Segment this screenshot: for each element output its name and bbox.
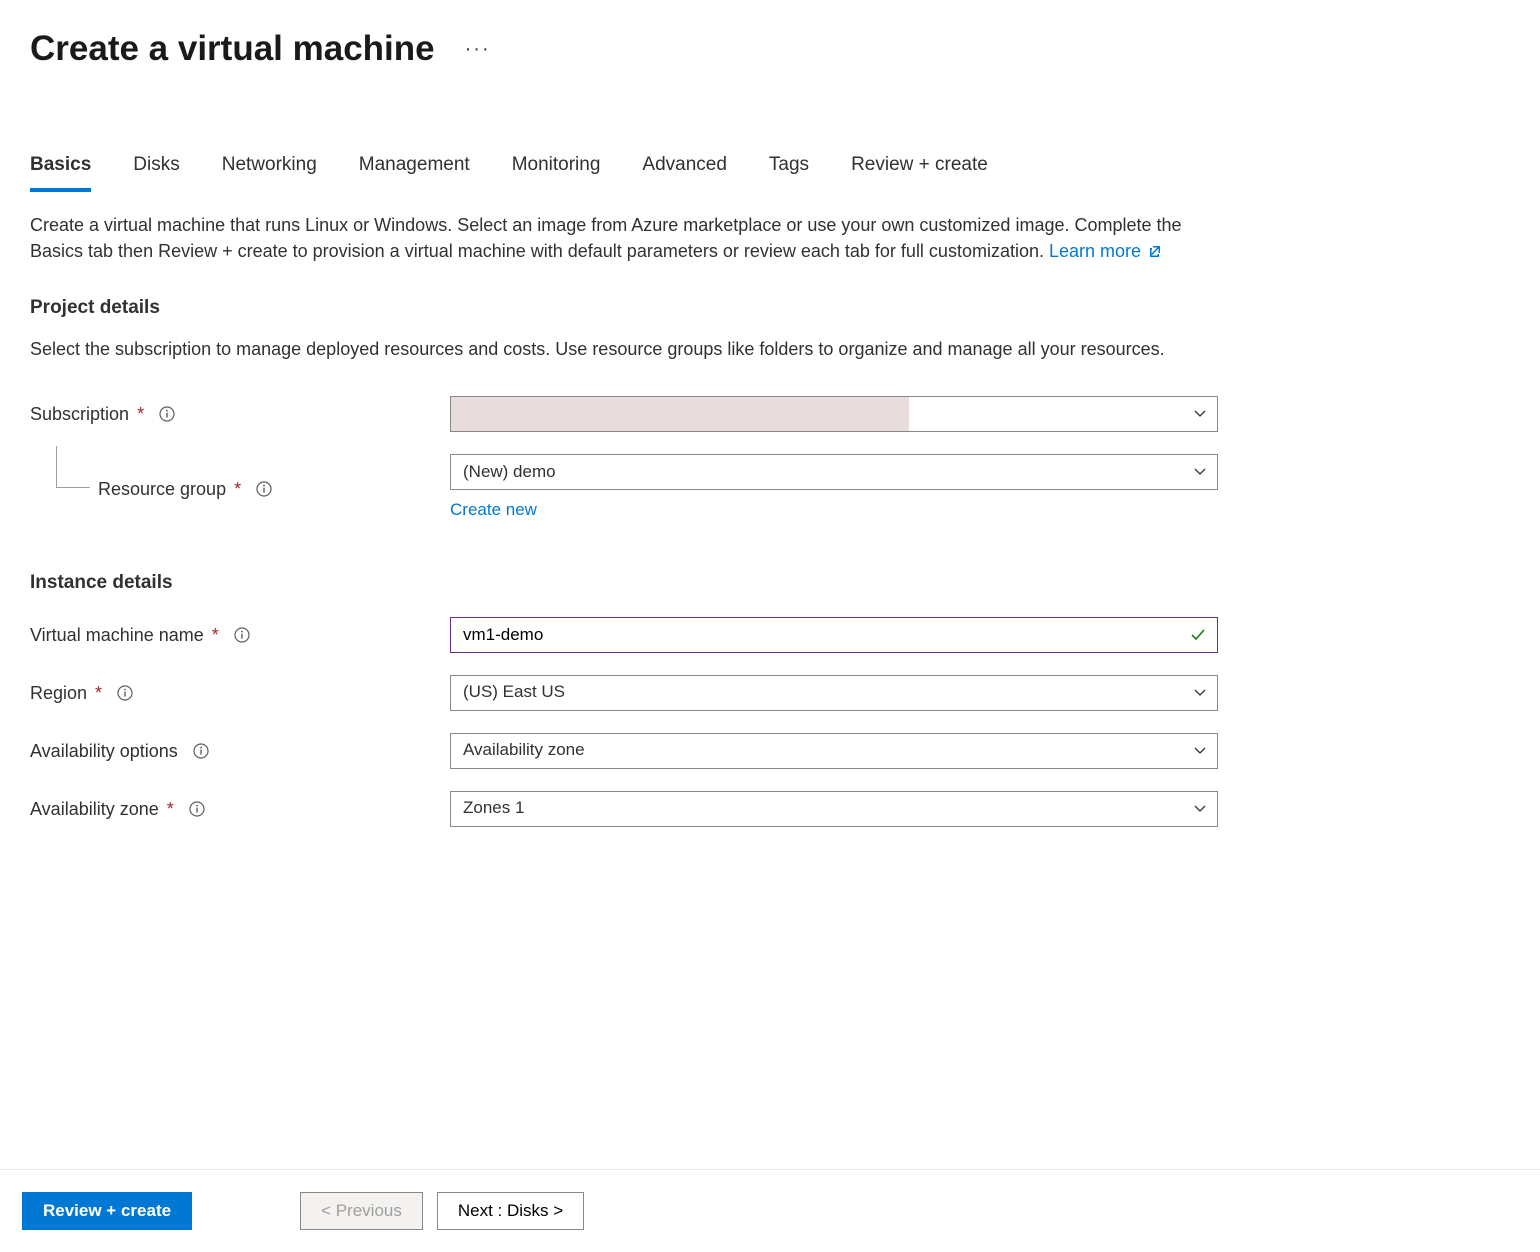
tab-tags[interactable]: Tags — [769, 151, 809, 193]
required-indicator: * — [95, 680, 102, 706]
availability-zone-label: Availability zone * — [30, 796, 450, 822]
info-icon[interactable] — [188, 800, 206, 818]
subscription-value-masked — [451, 397, 909, 431]
required-indicator: * — [234, 476, 241, 502]
check-icon — [1189, 626, 1207, 644]
project-details-heading: Project details — [30, 294, 1510, 322]
instance-details-heading: Instance details — [30, 569, 1510, 597]
tab-management[interactable]: Management — [359, 151, 470, 193]
tab-disks[interactable]: Disks — [133, 151, 179, 193]
chevron-down-icon — [1193, 802, 1207, 816]
vm-name-label: Virtual machine name * — [30, 622, 450, 648]
subscription-select[interactable] — [450, 396, 1218, 432]
availability-zone-select[interactable]: Zones 1 — [450, 791, 1218, 827]
learn-more-link[interactable]: Learn more — [1049, 241, 1162, 261]
info-icon[interactable] — [192, 742, 210, 760]
info-icon[interactable] — [158, 405, 176, 423]
page-title: Create a virtual machine — [30, 24, 435, 75]
tree-connector-icon — [56, 446, 90, 488]
tab-networking[interactable]: Networking — [222, 151, 317, 193]
next-button[interactable]: Next : Disks > — [437, 1192, 584, 1230]
region-label: Region * — [30, 680, 450, 706]
info-icon[interactable] — [233, 626, 251, 644]
more-options-icon[interactable]: ··· — [465, 39, 491, 59]
review-create-button[interactable]: Review + create — [22, 1192, 192, 1230]
required-indicator: * — [212, 622, 219, 648]
tab-advanced[interactable]: Advanced — [642, 151, 727, 193]
tab-monitoring[interactable]: Monitoring — [512, 151, 601, 193]
create-new-link[interactable]: Create new — [450, 498, 537, 523]
vm-name-field-wrapper — [450, 617, 1218, 653]
project-details-desc: Select the subscription to manage deploy… — [30, 336, 1190, 362]
chevron-down-icon — [1193, 407, 1207, 421]
intro-text: Create a virtual machine that runs Linux… — [30, 212, 1190, 264]
chevron-down-icon — [1193, 744, 1207, 758]
subscription-label: Subscription * — [30, 401, 450, 427]
external-link-icon — [1148, 239, 1162, 253]
resource-group-label: Resource group * — [30, 476, 450, 502]
tab-basics[interactable]: Basics — [30, 151, 91, 193]
info-icon[interactable] — [255, 480, 273, 498]
vm-name-input[interactable] — [451, 618, 1217, 652]
footer-bar: Review + create < Previous Next : Disks … — [0, 1169, 1540, 1252]
tab-review-create[interactable]: Review + create — [851, 151, 988, 193]
info-icon[interactable] — [116, 684, 134, 702]
region-select[interactable]: (US) East US — [450, 675, 1218, 711]
resource-group-select[interactable]: (New) demo — [450, 454, 1218, 490]
required-indicator: * — [137, 401, 144, 427]
chevron-down-icon — [1193, 465, 1207, 479]
availability-options-select[interactable]: Availability zone — [450, 733, 1218, 769]
chevron-down-icon — [1193, 686, 1207, 700]
required-indicator: * — [167, 796, 174, 822]
previous-button[interactable]: < Previous — [300, 1192, 423, 1230]
availability-options-label: Availability options — [30, 738, 450, 764]
tabs-bar: Basics Disks Networking Management Monit… — [30, 151, 1510, 193]
